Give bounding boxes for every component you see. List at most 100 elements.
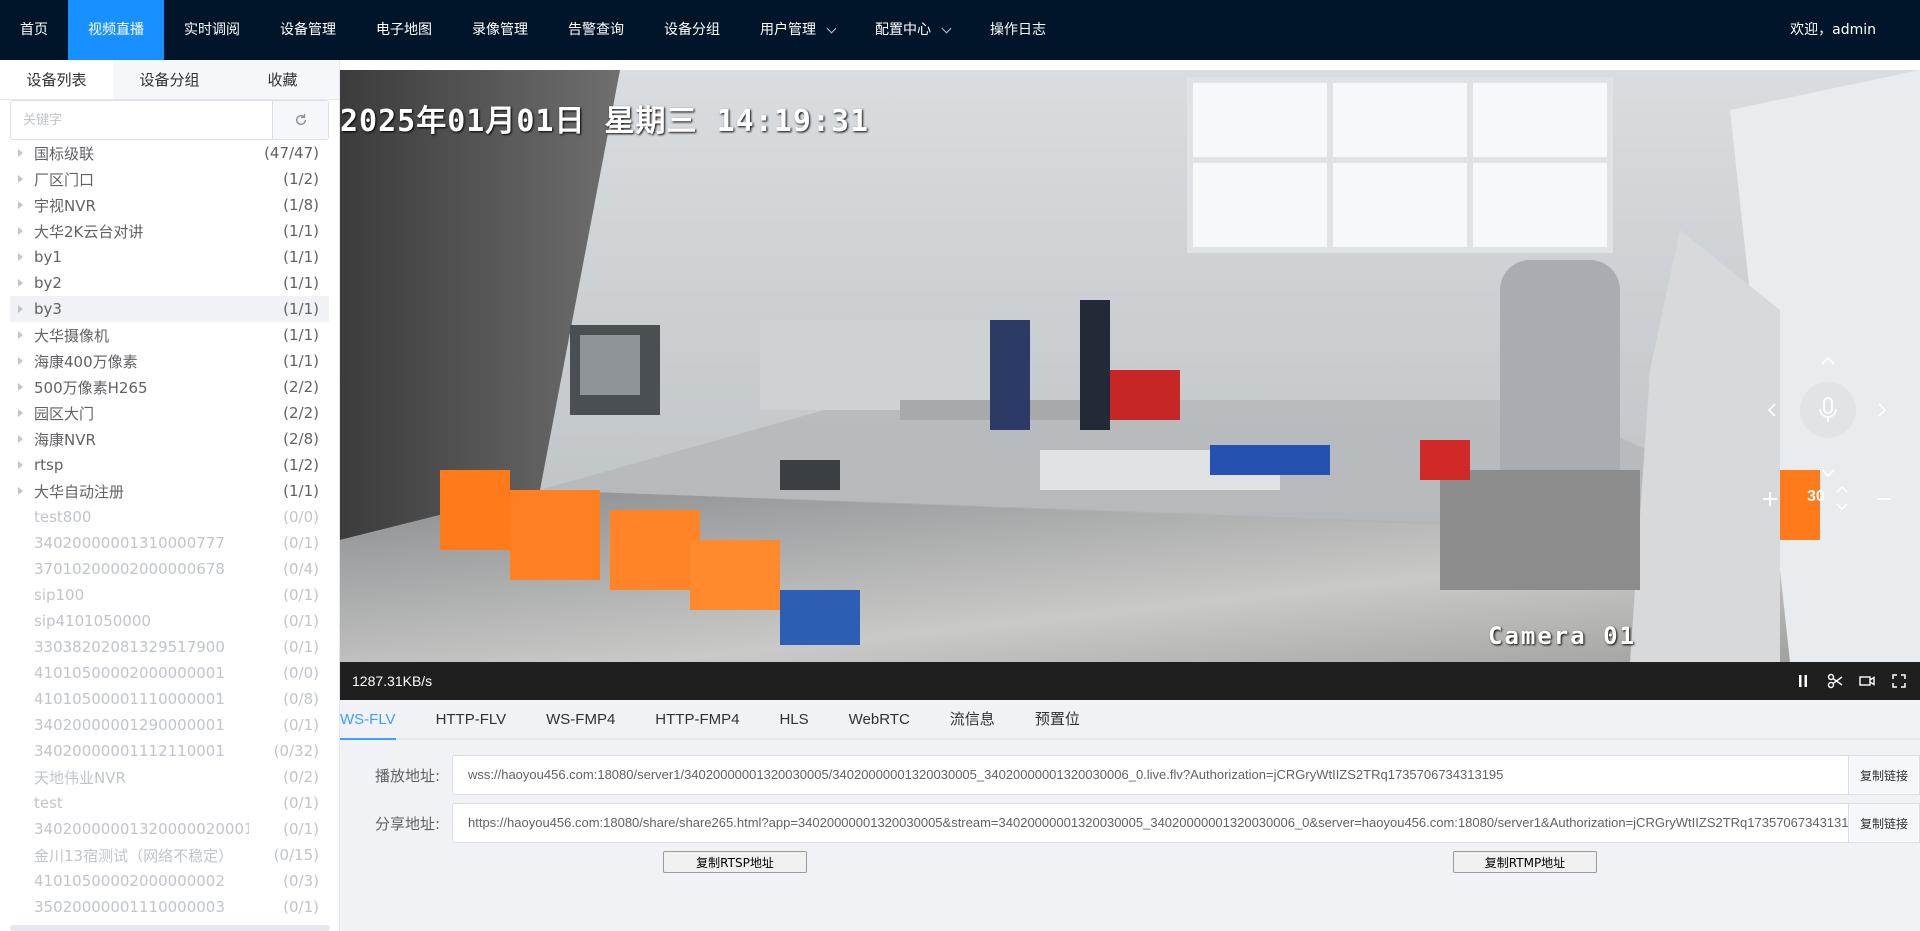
top-navigation: 首页 视频直播 实时调阅 设备管理 电子地图 录像管理 告警查询 设备分组 用户… (0, 0, 1920, 60)
stream-tab[interactable]: 流信息 (930, 700, 1015, 738)
stream-tab[interactable]: 预置位 (1015, 700, 1100, 738)
nav-user-management[interactable]: 用户管理 (740, 0, 855, 60)
zoom-out-button[interactable] (1870, 485, 1898, 513)
tree-node-count: (0/1) (283, 794, 319, 812)
stream-tab[interactable]: WS-FMP4 (526, 700, 635, 738)
horizontal-scrollbar[interactable] (10, 925, 330, 931)
caret-right-icon[interactable] (18, 175, 23, 183)
caret-right-icon[interactable] (18, 461, 23, 469)
caret-right-icon[interactable] (18, 279, 23, 287)
refresh-button[interactable] (272, 101, 328, 139)
tree-node[interactable]: 金川13宿测试（网络不稳定） (0/15) (0, 842, 329, 868)
tree-node[interactable]: 厂区门口 (1/2) (0, 166, 329, 192)
tree-node[interactable]: 500万像素H265 (2/2) (0, 374, 329, 400)
nav-recording-management[interactable]: 录像管理 (452, 0, 548, 60)
copy-rtmp-button[interactable]: 复制RTMP地址 (1453, 851, 1597, 873)
tab-favorites[interactable]: 收藏 (226, 60, 339, 99)
tree-node[interactable]: 海康NVR (2/8) (0, 426, 329, 452)
tree-node[interactable]: 41010500001110000001 (0/8) (0, 686, 329, 712)
nav-electronic-map[interactable]: 电子地图 (356, 0, 452, 60)
tree-node[interactable]: 大华摄像机 (1/1) (0, 322, 329, 348)
zoom-in-button[interactable] (1756, 485, 1784, 513)
caret-right-icon[interactable] (18, 383, 23, 391)
tab-device-group[interactable]: 设备分组 (113, 60, 226, 99)
play-url-field[interactable]: wss://haoyou456.com:18080/server1/340200… (452, 755, 1848, 795)
tree-node[interactable]: 34020000001290000001 (0/1) (0, 712, 329, 738)
tree-node[interactable]: 33038202081329517900 (0/1) (0, 634, 329, 660)
tree-node[interactable]: 41010500002000000001 (0/0) (0, 660, 329, 686)
user-menu[interactable]: 欢迎，admin (1770, 0, 1920, 60)
tree-node[interactable]: 34020000001310000777 (0/1) (0, 530, 329, 556)
tree-node[interactable]: 大华自动注册 (1/1) (0, 478, 329, 504)
tree-node[interactable]: 35020000001110000003 (0/1) (0, 894, 329, 920)
pause-button[interactable] (1794, 672, 1812, 690)
stream-tab[interactable]: HTTP-FMP4 (635, 700, 759, 738)
ptz-left-button[interactable] (1757, 395, 1787, 425)
record-button[interactable] (1858, 672, 1876, 690)
tree-node[interactable]: 41010500002000000002 (0/3) (0, 868, 329, 894)
nav-alarm-query[interactable]: 告警查询 (548, 0, 644, 60)
tree-node[interactable]: 天地伟业NVR (0/2) (0, 764, 329, 790)
tree-node[interactable]: test800 (0/0) (0, 504, 329, 530)
tree-node[interactable]: test (0/1) (0, 790, 329, 816)
stream-tab[interactable]: HLS (759, 700, 828, 738)
caret-right-icon (18, 617, 23, 625)
nav-label: 首页 (20, 22, 48, 38)
ptz-up-button[interactable] (1813, 346, 1843, 376)
speed-down-button[interactable] (1832, 498, 1852, 516)
tree-node[interactable]: 34020000001112110001 (0/32) (0, 738, 329, 764)
caret-right-icon[interactable] (18, 149, 23, 157)
caret-right-icon[interactable] (18, 409, 23, 417)
caret-right-icon (18, 773, 23, 781)
search-input[interactable] (11, 101, 272, 139)
nav-device-group[interactable]: 设备分组 (644, 0, 740, 60)
copy-play-url-button[interactable]: 复制链接 (1848, 755, 1920, 795)
tree-node[interactable]: 34020000001320000020001 (0/1) (0, 816, 329, 842)
tree-node[interactable]: by1 (1/1) (0, 244, 329, 270)
share-url-row: 分享地址: https://haoyou456.com:18080/share/… (340, 803, 1920, 843)
caret-right-icon[interactable] (18, 357, 23, 365)
tree-node[interactable]: rtsp (1/2) (0, 452, 329, 478)
nav-operation-log[interactable]: 操作日志 (970, 0, 1066, 60)
nav-config-center[interactable]: 配置中心 (855, 0, 970, 60)
nav-device-management[interactable]: 设备管理 (260, 0, 356, 60)
tree-node[interactable]: sip100 (0/1) (0, 582, 329, 608)
stream-tab[interactable]: WebRTC (829, 700, 930, 738)
caret-right-icon[interactable] (18, 435, 23, 443)
screenshot-button[interactable] (1826, 672, 1844, 690)
tree-node[interactable]: sip4101050000 (0/1) (0, 608, 329, 634)
tree-node[interactable]: 海康400万像素 (1/1) (0, 348, 329, 374)
tree-node-label: 33038202081329517900 (34, 638, 225, 656)
video-player[interactable]: 2025年01月01日 星期三 14:19:31 Camera 01 30 (340, 70, 1920, 662)
caret-right-icon[interactable] (18, 305, 23, 313)
ptz-right-button[interactable] (1867, 395, 1897, 425)
tree-node-count: (0/15) (273, 846, 319, 864)
tree-node[interactable]: by2 (1/1) (0, 270, 329, 296)
tree-node-label: by2 (34, 274, 62, 292)
nav-home[interactable]: 首页 (0, 0, 68, 60)
caret-right-icon[interactable] (18, 227, 23, 235)
tree-node[interactable]: 宇视NVR (1/8) (0, 192, 329, 218)
fullscreen-button[interactable] (1890, 672, 1908, 690)
nav-label: 配置中心 (875, 22, 931, 38)
caret-right-icon[interactable] (18, 331, 23, 339)
nav-realtime-view[interactable]: 实时调阅 (164, 0, 260, 60)
caret-right-icon[interactable] (18, 201, 23, 209)
talk-button[interactable] (1800, 382, 1856, 438)
tree-node[interactable]: 37010200002000000678 (0/4) (0, 556, 329, 582)
copy-rtsp-button[interactable]: 复制RTSP地址 (663, 851, 807, 873)
tree-node[interactable]: 园区大门 (2/2) (0, 400, 329, 426)
tree-node[interactable]: 国标级联 (47/47) (0, 140, 329, 166)
stream-tab[interactable]: WS-FLV (340, 700, 416, 740)
tree-node[interactable]: by3 (1/1) (10, 296, 329, 322)
tree-node[interactable]: 大华2K云台对讲 (1/1) (0, 218, 329, 244)
stream-tab[interactable]: HTTP-FLV (416, 700, 527, 738)
tab-device-list[interactable]: 设备列表 (0, 60, 113, 99)
caret-right-icon[interactable] (18, 487, 23, 495)
share-url-field[interactable]: https://haoyou456.com:18080/share/share2… (452, 803, 1848, 843)
ptz-speed-value: 30 (1807, 488, 1825, 505)
copy-share-url-button[interactable]: 复制链接 (1848, 803, 1920, 843)
nav-live-video[interactable]: 视频直播 (68, 0, 164, 60)
speed-up-button[interactable] (1832, 480, 1852, 498)
caret-right-icon[interactable] (18, 253, 23, 261)
